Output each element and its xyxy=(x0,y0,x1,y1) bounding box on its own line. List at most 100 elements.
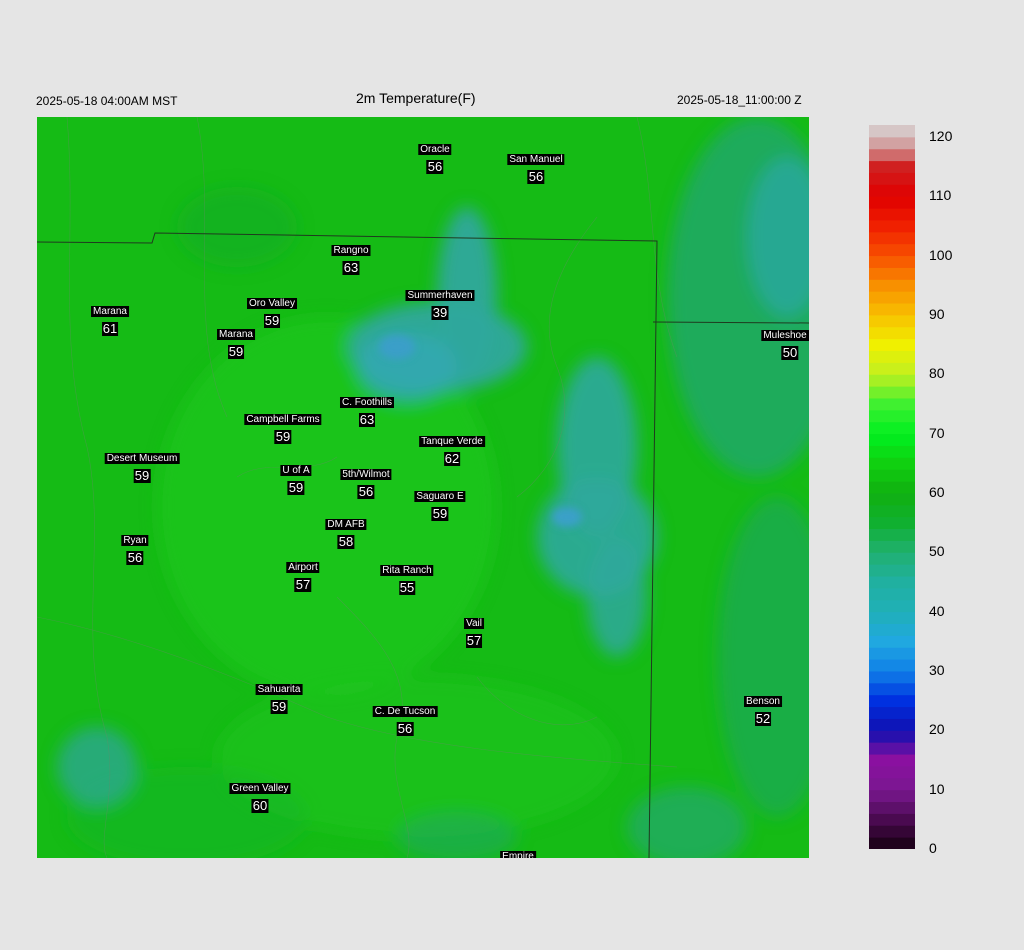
station-temperature: 56 xyxy=(357,484,375,499)
colorbar-tick-label: 100 xyxy=(929,246,953,263)
colorbar-segment xyxy=(869,338,915,352)
colorbar-tick-label: 80 xyxy=(929,365,945,382)
station-marker[interactable]: Summerhaven 39 xyxy=(405,285,475,320)
station-marker[interactable]: Green Valley 60 xyxy=(229,778,291,813)
station-name: Oro Valley xyxy=(247,298,297,309)
station-name: Summerhaven xyxy=(405,290,475,301)
colorbar-segment xyxy=(869,409,915,423)
station-temperature: 59 xyxy=(263,313,281,328)
station-temperature: 62 xyxy=(443,451,461,466)
local-time-label: 2025-05-18 04:00AM MST xyxy=(36,94,178,108)
colorbar-segment xyxy=(869,445,915,458)
colorbar-tick-label: 0 xyxy=(929,840,937,856)
station-name: Saguaro E xyxy=(414,491,466,502)
colorbar-segment xyxy=(869,528,915,541)
colorbar-segment xyxy=(869,184,915,197)
station-marker[interactable]: Vail 57 xyxy=(464,613,484,648)
station-marker[interactable]: Marana 61 xyxy=(91,301,129,336)
station-marker[interactable]: Airport 57 xyxy=(286,557,320,592)
colorbar-tick-label: 30 xyxy=(929,661,945,678)
colorbar-segment xyxy=(869,457,915,470)
colorbar-segment xyxy=(869,730,915,743)
colorbar-segment xyxy=(869,326,915,340)
station-temperature: 39 xyxy=(431,305,449,320)
station-marker[interactable]: U of A 59 xyxy=(280,460,312,495)
colorbar-segment xyxy=(869,813,915,826)
colorbar-segment xyxy=(869,231,915,245)
station-temperature: 60 xyxy=(251,798,269,813)
station-temperature: 57 xyxy=(294,577,312,592)
colorbar-segment xyxy=(869,837,915,849)
colorbar-segment xyxy=(869,362,915,375)
station-temperature: 59 xyxy=(274,429,292,444)
station-name: 5th/Wilmot xyxy=(340,469,392,480)
station-temperature: 56 xyxy=(426,159,444,174)
colorbar-segment xyxy=(869,492,915,506)
colorbar-segment xyxy=(869,777,915,791)
station-temperature: 63 xyxy=(342,260,360,275)
colorbar-segment xyxy=(869,682,915,696)
colorbar-segment xyxy=(869,350,915,363)
station-marker[interactable]: Muleshoe R 50 xyxy=(761,325,809,360)
station-temperature: 56 xyxy=(126,550,144,565)
colorbar-segment xyxy=(869,208,915,221)
colorbar-segment xyxy=(869,718,915,731)
station-temperature: 59 xyxy=(270,699,288,714)
station-name: Campbell Farms xyxy=(244,414,322,425)
station-marker[interactable]: Campbell Farms 59 xyxy=(244,409,322,444)
colorbar-tick-label: 40 xyxy=(929,602,945,619)
station-temperature: 59 xyxy=(227,344,245,359)
temperature-map[interactable]: Oracle 56 San Manuel 56 Rangno 63 Summerhaven 3… xyxy=(37,117,809,858)
station-marker[interactable]: Rangno 63 xyxy=(331,240,371,275)
station-marker[interactable]: Rita Ranch 55 xyxy=(380,560,434,595)
colorbar-segment xyxy=(869,599,915,613)
colorbar-segment xyxy=(869,196,915,209)
station-temperature: 56 xyxy=(527,169,545,184)
station-name: Oracle xyxy=(418,144,452,155)
station-marker[interactable]: Oro Valley 59 xyxy=(247,293,297,328)
colorbar-segment xyxy=(869,314,915,328)
station-temperature: 59 xyxy=(133,468,151,483)
map-title: 2m Temperature(F) xyxy=(356,90,476,106)
colorbar-segment xyxy=(869,801,915,814)
station-marker[interactable]: Oracle 56 xyxy=(418,139,452,174)
station-name: Benson xyxy=(744,696,782,707)
station-marker[interactable]: San Manuel 56 xyxy=(507,149,565,184)
colorbar-segment xyxy=(869,279,915,292)
station-marker[interactable]: Benson 52 xyxy=(744,691,782,726)
station-marker[interactable]: Empire xyxy=(500,846,536,858)
station-marker[interactable]: 5th/Wilmot 56 xyxy=(340,464,392,499)
station-marker[interactable]: C. Foothills 63 xyxy=(339,392,395,427)
utc-time-label: 2025-05-18_11:00:00 Z xyxy=(677,93,802,107)
station-marker[interactable]: Sahuarita 59 xyxy=(255,679,303,714)
station-marker[interactable]: Saguaro E 59 xyxy=(414,486,466,521)
station-name: Tanque Verde xyxy=(419,436,485,447)
station-name: Rangno xyxy=(331,245,371,256)
station-marker[interactable]: Tanque Verde 62 xyxy=(419,431,485,466)
station-name: Green Valley xyxy=(229,783,291,794)
station-marker[interactable]: DM AFB 58 xyxy=(325,514,367,549)
colorbar-segment xyxy=(869,789,915,803)
station-marker[interactable]: Ryan 56 xyxy=(121,530,149,565)
colorbar-segment xyxy=(869,635,915,648)
colorbar-segment xyxy=(869,706,915,719)
station-name: Marana xyxy=(91,306,129,317)
station-marker[interactable]: C. De Tucson 56 xyxy=(372,701,438,736)
station-name: U of A xyxy=(280,465,312,476)
colorbar-segment xyxy=(869,303,915,316)
station-name: C. De Tucson xyxy=(372,706,438,717)
colorbar-segment xyxy=(869,611,915,624)
colorbar-segment xyxy=(869,243,915,257)
station-marker[interactable]: Marana 59 xyxy=(217,324,255,359)
station-temperature: 52 xyxy=(754,711,772,726)
colorbar-segment xyxy=(869,576,915,589)
colorbar-segment xyxy=(869,469,915,482)
colorbar-segment xyxy=(869,386,915,399)
colorbar-tick-label: 10 xyxy=(929,780,945,797)
colorbar-segment xyxy=(869,397,915,411)
colorbar-segment xyxy=(869,291,915,304)
station-marker[interactable]: Desert Museum 59 xyxy=(104,448,180,483)
station-name: San Manuel xyxy=(507,154,565,165)
station-temperature: 61 xyxy=(101,321,119,336)
colorbar-tick-label: 20 xyxy=(929,721,945,738)
